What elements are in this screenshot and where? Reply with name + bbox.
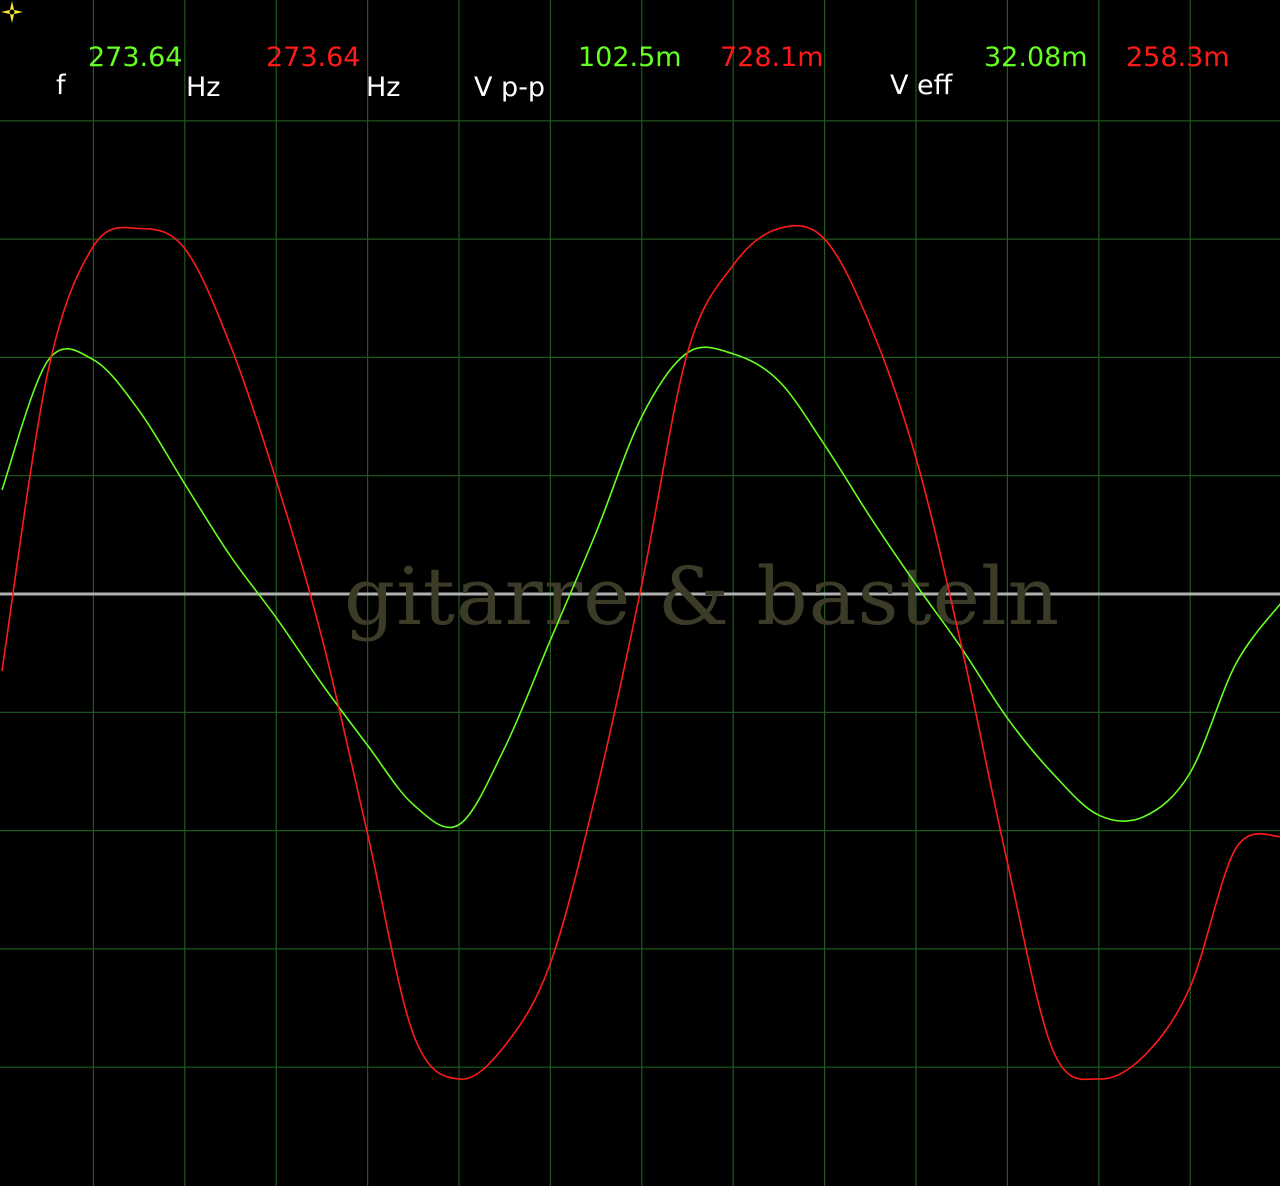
crosshair-cursor-icon[interactable] (0, 0, 24, 24)
vpp-ch1-value: 102.5m (578, 42, 682, 73)
vpp-label: V p-p (474, 72, 546, 103)
waveform-plot (1, 224, 1280, 1081)
frequency-ch2-value: 273.64 (266, 42, 361, 73)
frequency-ch2-unit: Hz (366, 72, 401, 103)
veff-ch1-value: 32.08m (984, 42, 1088, 73)
frequency-ch1-value: 273.64 (88, 42, 183, 73)
channel-2-trace (1, 224, 1280, 1081)
vpp-ch2-value: 728.1m (720, 42, 824, 73)
veff-label: V eff (890, 70, 953, 101)
frequency-ch1-unit: Hz (186, 72, 221, 103)
frequency-label: f (56, 70, 66, 101)
oscilloscope-screen: gitarre & basteln f 273.64 Hz 273.64 Hz … (0, 0, 1280, 1186)
veff-ch2-value: 258.3m (1126, 42, 1230, 73)
